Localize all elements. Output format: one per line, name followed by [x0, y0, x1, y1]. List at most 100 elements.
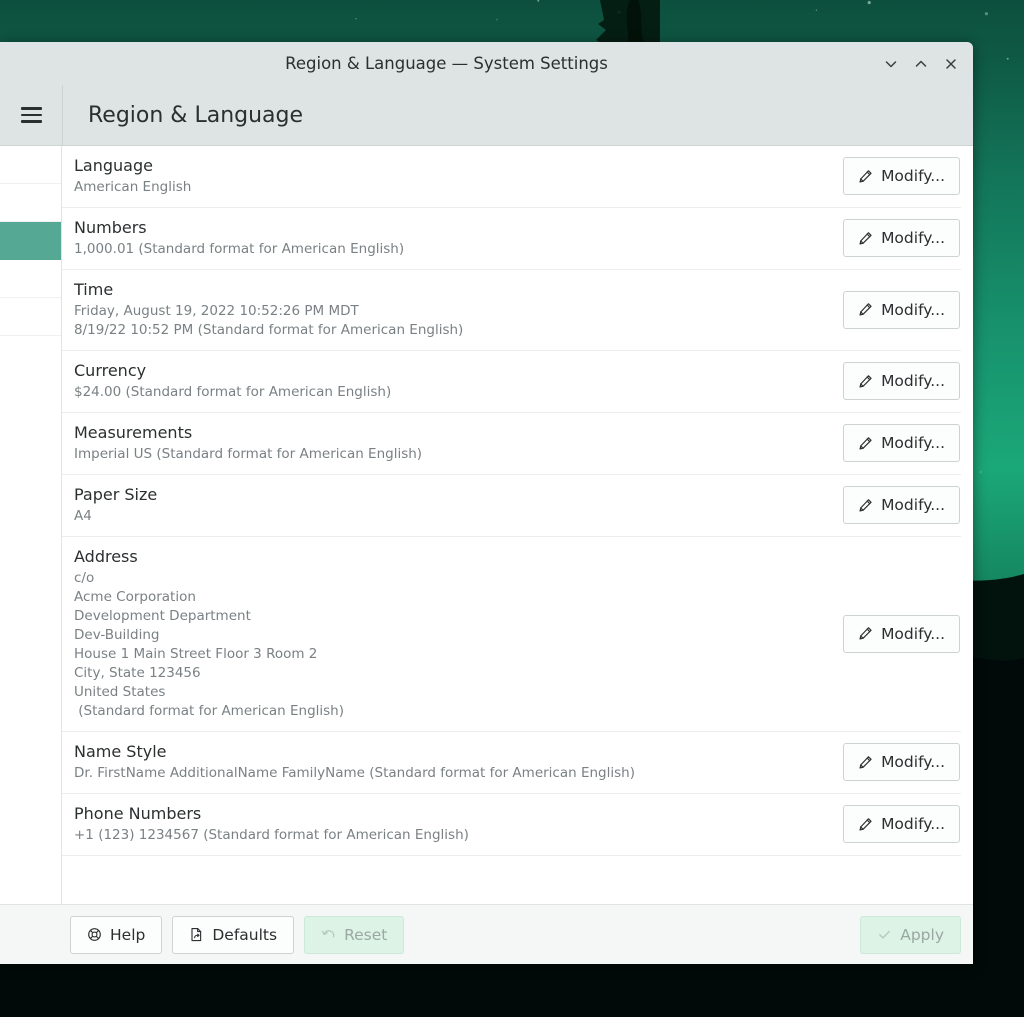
setting-row: LanguageAmerican English Modify...	[62, 146, 961, 208]
setting-row: Addressc/oAcme CorporationDevelopment De…	[62, 537, 961, 732]
sidebar-empty-area	[0, 336, 61, 374]
modify-button[interactable]: Modify...	[843, 486, 960, 524]
modify-button-label: Modify...	[881, 228, 945, 248]
checkmark-icon	[877, 927, 892, 942]
setting-row-text: LanguageAmerican English	[74, 155, 829, 197]
pencil-icon	[858, 755, 873, 770]
setting-row-value: 1,000.01 (Standard format for American E…	[74, 240, 829, 259]
setting-row-value: A4	[74, 507, 829, 526]
defaults-button[interactable]: Defaults	[172, 916, 294, 954]
setting-row: Numbers1,000.01 (Standard format for Ame…	[62, 208, 961, 270]
page-title: Region & Language	[63, 103, 303, 128]
setting-row-text: TimeFriday, August 19, 2022 10:52:26 PM …	[74, 279, 829, 340]
setting-row-value: Imperial US (Standard format for America…	[74, 445, 829, 464]
pencil-icon	[858, 169, 873, 184]
system-settings-window: Region & Language — System Settings	[0, 42, 973, 964]
modify-button-label: Modify...	[881, 752, 945, 772]
setting-row-text: Phone Numbers+1 (123) 1234567 (Standard …	[74, 803, 829, 845]
minimize-button[interactable]	[877, 50, 905, 78]
reset-button[interactable]: Reset	[304, 916, 404, 954]
modify-button[interactable]: Modify...	[843, 615, 960, 653]
pencil-icon	[858, 626, 873, 641]
setting-row-action: Modify...	[829, 219, 961, 257]
lifebuoy-icon	[87, 927, 102, 942]
footer-left-buttons: Help Defaults	[62, 916, 404, 954]
modify-button[interactable]: Modify...	[843, 219, 960, 257]
setting-row-value: Dev-Building	[74, 626, 829, 645]
setting-row-action: Modify...	[829, 743, 961, 781]
setting-row-value: +1 (123) 1234567 (Standard format for Am…	[74, 826, 829, 845]
modify-button[interactable]: Modify...	[843, 291, 960, 329]
sidebar-item-4[interactable]	[0, 298, 61, 336]
setting-row-value: $24.00 (Standard format for American Eng…	[74, 383, 829, 402]
sidebar-item-2-selected[interactable]	[0, 222, 61, 260]
setting-row: Paper SizeA4 Modify...	[62, 475, 961, 537]
document-revert-icon	[189, 927, 204, 942]
modify-button-label: Modify...	[881, 300, 945, 320]
setting-row-value: 8/19/22 10:52 PM (Standard format for Am…	[74, 321, 829, 340]
setting-row-value: Acme Corporation	[74, 588, 829, 607]
setting-row-text: Currency$24.00 (Standard format for Amer…	[74, 360, 829, 402]
modify-button[interactable]: Modify...	[843, 805, 960, 843]
pencil-icon	[858, 817, 873, 832]
window-controls	[877, 42, 965, 85]
pencil-icon	[858, 302, 873, 317]
setting-row-title: Name Style	[74, 741, 829, 763]
setting-row-title: Language	[74, 155, 829, 177]
sidebar-item-3[interactable]	[0, 260, 61, 298]
help-button[interactable]: Help	[70, 916, 162, 954]
setting-row: Name StyleDr. FirstName AdditionalName F…	[62, 732, 961, 794]
setting-row-text: Paper SizeA4	[74, 484, 829, 526]
setting-row-action: Modify...	[829, 424, 961, 462]
modify-button-label: Modify...	[881, 495, 945, 515]
setting-row-value: House 1 Main Street Floor 3 Room 2	[74, 645, 829, 664]
setting-row-action: Modify...	[829, 362, 961, 400]
pencil-icon	[858, 498, 873, 513]
setting-row-title: Time	[74, 279, 829, 301]
sidebar[interactable]	[0, 146, 62, 904]
modify-button[interactable]: Modify...	[843, 157, 960, 195]
undo-arrow-icon	[321, 927, 336, 942]
setting-row-text: Numbers1,000.01 (Standard format for Ame…	[74, 217, 829, 259]
setting-row: Currency$24.00 (Standard format for Amer…	[62, 351, 961, 413]
modify-button[interactable]: Modify...	[843, 362, 960, 400]
setting-row-title: Phone Numbers	[74, 803, 829, 825]
help-button-label: Help	[110, 925, 145, 945]
defaults-button-label: Defaults	[212, 925, 277, 945]
pencil-icon	[858, 374, 873, 389]
setting-row-title: Measurements	[74, 422, 829, 444]
setting-row-text: MeasurementsImperial US (Standard format…	[74, 422, 829, 464]
pencil-icon	[858, 436, 873, 451]
modify-button-label: Modify...	[881, 814, 945, 834]
app-header: Region & Language	[0, 85, 973, 146]
maximize-button[interactable]	[907, 50, 935, 78]
settings-list: LanguageAmerican English Modify... Numbers…	[62, 146, 973, 904]
reset-button-label: Reset	[344, 925, 387, 945]
setting-row-value: City, State 123456	[74, 664, 829, 683]
footer-bar: Help Defaults	[0, 904, 973, 964]
sidebar-item-0[interactable]	[0, 146, 61, 184]
setting-row-title: Currency	[74, 360, 829, 382]
sidebar-item-1[interactable]	[0, 184, 61, 222]
pencil-icon	[858, 231, 873, 246]
close-button[interactable]	[937, 50, 965, 78]
setting-row-value: (Standard format for American English)	[74, 702, 829, 721]
setting-row-action: Modify...	[829, 805, 961, 843]
apply-button-label: Apply	[900, 925, 944, 945]
modify-button-label: Modify...	[881, 166, 945, 186]
setting-row: TimeFriday, August 19, 2022 10:52:26 PM …	[62, 270, 961, 351]
setting-row-value: Friday, August 19, 2022 10:52:26 PM MDT	[74, 302, 829, 321]
hamburger-menu-icon[interactable]	[0, 85, 62, 146]
setting-row-value: Development Department	[74, 607, 829, 626]
setting-row-action: Modify...	[829, 291, 961, 329]
desktop-wallpaper: Region & Language — System Settings	[0, 0, 1024, 1017]
modify-button-label: Modify...	[881, 371, 945, 391]
setting-row-value: American English	[74, 178, 829, 197]
modify-button[interactable]: Modify...	[843, 424, 960, 462]
footer-right-buttons: Apply	[860, 916, 961, 954]
window-body: LanguageAmerican English Modify... Numbers…	[0, 146, 973, 904]
setting-row: Phone Numbers+1 (123) 1234567 (Standard …	[62, 794, 961, 856]
modify-button[interactable]: Modify...	[843, 743, 960, 781]
modify-button-label: Modify...	[881, 624, 945, 644]
apply-button[interactable]: Apply	[860, 916, 961, 954]
